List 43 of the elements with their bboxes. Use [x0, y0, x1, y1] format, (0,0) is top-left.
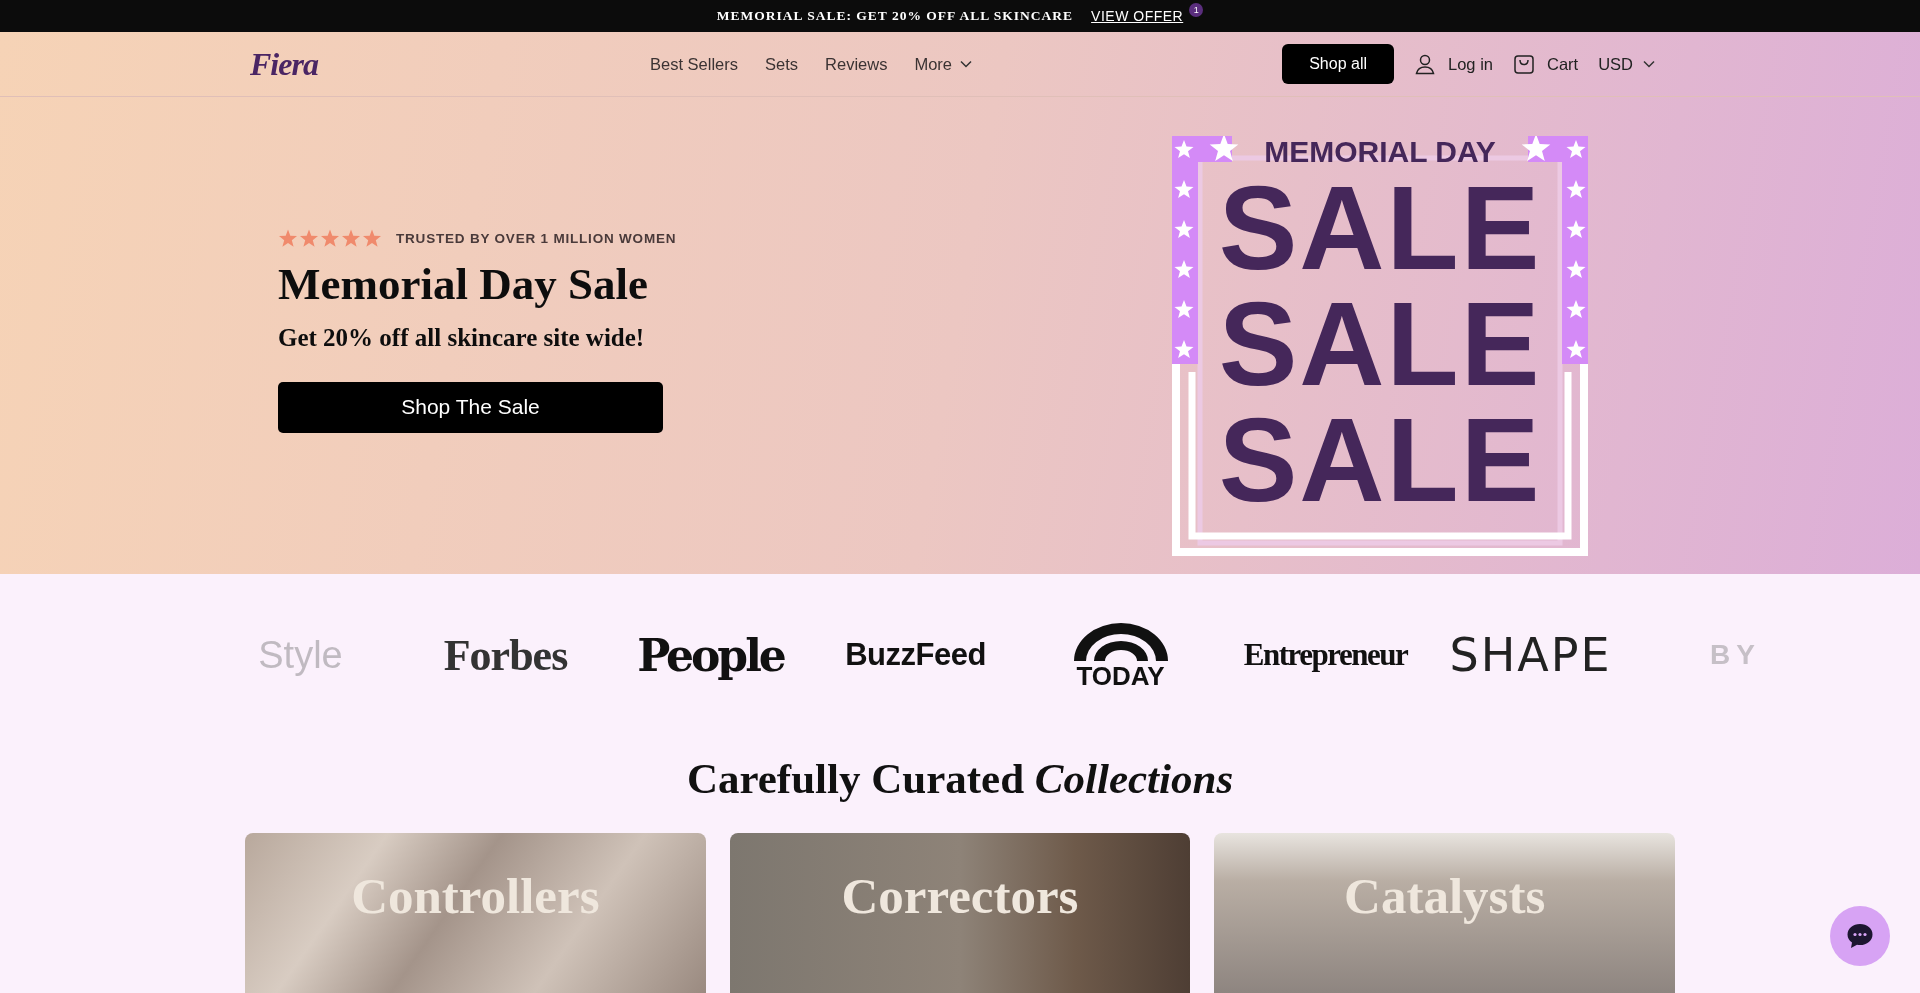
nav-link[interactable]: Sets — [765, 54, 799, 74]
nav-link[interactable]: Reviews — [825, 54, 888, 74]
filled-star-icon — [341, 228, 361, 248]
press-logo: SHAPE — [1449, 628, 1612, 682]
chat-button[interactable] — [1830, 906, 1890, 966]
notification-badge: 1 — [1189, 3, 1204, 17]
chevron-down-icon — [1643, 60, 1655, 68]
view-offer-link[interactable]: VIEW OFFER — [1091, 8, 1184, 24]
trust-text: TRUSTED BY OVER 1 MILLION WOMEN — [396, 230, 677, 246]
announcement-text: MEMORIAL SALE: GET 20% OFF ALL SKINCARE — [716, 8, 1074, 24]
collection-title: Correctors — [841, 867, 1079, 925]
chevron-down-icon — [960, 60, 973, 68]
shop-the-sale-button[interactable]: Shop The Sale — [278, 381, 663, 433]
chat-bubble-icon — [1846, 923, 1874, 949]
currency-selector[interactable]: USD — [1598, 54, 1655, 74]
sale-word: SALE — [1218, 285, 1542, 402]
brand-logo[interactable]: Fiera — [250, 45, 318, 82]
sale-word: SALE — [1218, 401, 1542, 518]
press-logo: People — [637, 629, 784, 681]
shopping-bag-icon — [1513, 53, 1535, 75]
collection-title: Catalysts — [1344, 867, 1546, 925]
login-link[interactable]: Log in — [1414, 53, 1493, 75]
collection-title: Controllers — [351, 867, 600, 925]
press-logo: BuzzFeed — [845, 637, 986, 673]
press-logo: Entrepreneur — [1243, 637, 1408, 673]
nav-link[interactable]: Best Sellers — [650, 54, 739, 74]
hero-subtitle: Get 20% off all skincare site wide! — [278, 323, 645, 352]
press-logo: Style — [258, 633, 343, 677]
press-logo: TODAY — [1076, 663, 1165, 689]
press-logo: Forbes — [443, 629, 568, 681]
sale-word: SALE — [1218, 169, 1542, 286]
collections-heading: Carefully Curated Collections — [686, 754, 1234, 803]
memorial-day-heading: MEMORIAL DAY — [1264, 133, 1496, 170]
filled-star-icon — [362, 228, 382, 248]
shop-all-button[interactable]: Shop all — [1282, 44, 1394, 84]
nav-link[interactable]: More — [914, 54, 973, 74]
user-icon — [1414, 53, 1436, 75]
filled-star-icon — [278, 228, 298, 248]
filled-star-icon — [320, 228, 340, 248]
hero-title: Memorial Day Sale — [278, 257, 648, 310]
cart-link[interactable]: Cart — [1513, 53, 1579, 75]
rainbow-arc-icon — [1071, 621, 1170, 661]
filled-star-icon — [299, 228, 319, 248]
